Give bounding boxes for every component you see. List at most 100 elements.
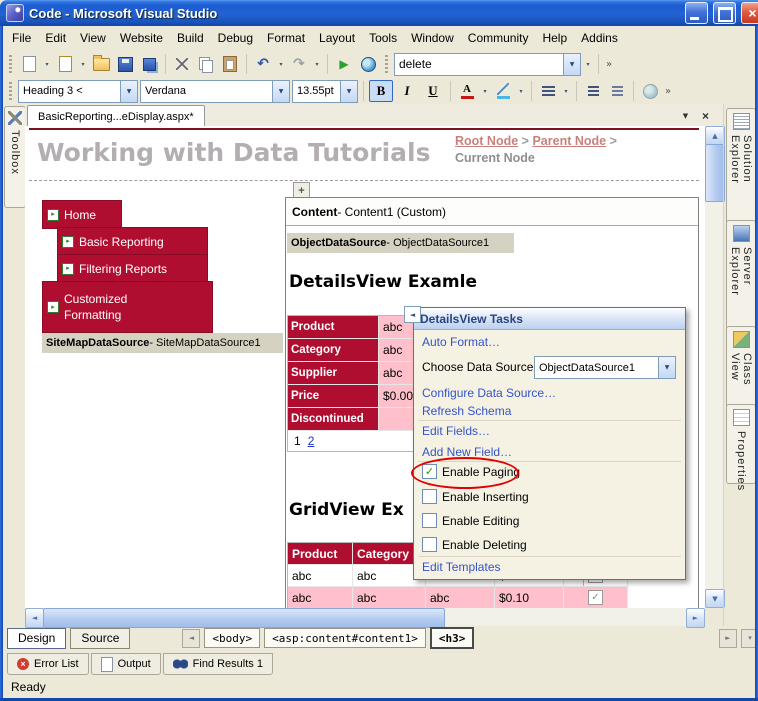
tab-class-view[interactable]: Class View xyxy=(726,326,756,410)
toolbox-tab[interactable]: Toolbox xyxy=(4,106,26,208)
vertical-scrollbar-thumb[interactable] xyxy=(705,144,725,202)
add-item-dropdown-icon[interactable]: ▾ xyxy=(78,61,88,68)
toolbar-overflow-icon[interactable]: » xyxy=(604,59,614,70)
paste-button[interactable] xyxy=(219,53,241,75)
configure-data-source-link[interactable]: Configure Data Source… xyxy=(422,386,556,400)
tag-h3[interactable]: <h3> xyxy=(429,627,475,649)
undo-dropdown-icon[interactable]: ▾ xyxy=(276,61,286,68)
scroll-up-icon[interactable]: ▲ xyxy=(705,126,725,145)
menu-tools[interactable]: Tools xyxy=(362,27,404,49)
toolbar-grip[interactable] xyxy=(385,55,388,73)
tab-find-results[interactable]: Find Results 1 xyxy=(162,653,273,675)
edit-templates-link[interactable]: Edit Templates xyxy=(422,560,501,574)
menu-help[interactable]: Help xyxy=(535,27,574,49)
nav-item-home[interactable]: ▸ Home xyxy=(42,200,122,229)
nav-item-filtering-reports[interactable]: ▸ Filtering Reports xyxy=(57,254,208,283)
align-button[interactable] xyxy=(537,80,559,102)
discontinued-checkbox[interactable]: ✓ xyxy=(588,590,603,605)
toolbar-grip[interactable] xyxy=(9,82,12,100)
font-name-dropdown-icon[interactable]: ▼ xyxy=(272,80,289,102)
menu-build[interactable]: Build xyxy=(170,27,211,49)
minimize-button[interactable] xyxy=(685,2,708,24)
add-new-field-link[interactable]: Add New Field… xyxy=(422,445,512,459)
save-button[interactable] xyxy=(114,53,136,75)
document-tab[interactable]: BasicReporting...eDisplay.aspx* xyxy=(27,105,205,127)
pager-page-link[interactable]: 2 xyxy=(308,434,315,448)
enable-editing-checkbox[interactable]: Enable Editing xyxy=(422,513,519,528)
highlight-button[interactable] xyxy=(492,80,514,102)
tag-body[interactable]: <body> xyxy=(204,628,261,648)
font-size-combo[interactable]: 13.55pt ▼ xyxy=(292,79,358,103)
smart-tag-collapse-icon[interactable]: ◄ xyxy=(404,306,421,323)
scroll-down-icon[interactable]: ▼ xyxy=(705,589,725,608)
browse-with-button[interactable] xyxy=(357,53,379,75)
numbered-list-button[interactable] xyxy=(582,80,604,102)
vertical-scrollbar[interactable]: ▲ ▼ xyxy=(705,126,725,608)
block-format-dropdown-icon[interactable]: ▼ xyxy=(120,80,137,102)
tab-error-list[interactable]: × Error List xyxy=(7,653,89,675)
data-source-combo[interactable]: ObjectDataSource1 ▼ xyxy=(534,356,676,379)
find-options-dropdown-icon[interactable]: ▾ xyxy=(583,61,593,68)
menu-debug[interactable]: Debug xyxy=(211,27,260,49)
undo-button[interactable]: ↶ xyxy=(252,53,274,75)
cut-button[interactable] xyxy=(171,53,193,75)
new-file-button[interactable] xyxy=(18,53,40,75)
block-format-combo[interactable]: Heading 3 < ▼ xyxy=(18,79,138,103)
italic-button[interactable]: I xyxy=(395,80,419,102)
save-all-button[interactable] xyxy=(138,53,160,75)
highlight-dropdown-icon[interactable]: ▾ xyxy=(516,88,526,95)
menu-edit[interactable]: Edit xyxy=(38,27,73,49)
hyperlink-button[interactable] xyxy=(639,80,661,102)
enable-inserting-checkbox[interactable]: Enable Inserting xyxy=(422,489,529,504)
toolbar-overflow-icon[interactable]: » xyxy=(663,86,673,97)
toolbar-grip[interactable] xyxy=(9,55,12,73)
underline-button[interactable]: U xyxy=(421,80,445,102)
scroll-left-icon[interactable]: ◄ xyxy=(25,608,44,628)
objectdatasource-control[interactable]: ObjectDataSource - ObjectDataSource1 xyxy=(287,233,514,253)
horizontal-scrollbar[interactable]: ◄ ► xyxy=(25,608,705,628)
detailsview-control[interactable]: Product abc Category abc Supplier abc Pr… xyxy=(287,315,423,452)
enable-deleting-checkbox[interactable]: Enable Deleting xyxy=(422,537,527,552)
new-file-dropdown-icon[interactable]: ▾ xyxy=(42,61,52,68)
menu-website[interactable]: Website xyxy=(113,27,170,49)
tag-asp-content[interactable]: <asp:content#content1> xyxy=(264,628,426,648)
auto-format-link[interactable]: Auto Format… xyxy=(422,335,500,349)
source-view-button[interactable]: Source xyxy=(70,627,131,649)
find-combo[interactable]: ▼ xyxy=(394,52,581,76)
tab-output[interactable]: Output xyxy=(90,653,161,675)
nav-item-basic-reporting[interactable]: ▸ Basic Reporting xyxy=(57,227,208,256)
font-color-button[interactable]: A xyxy=(456,80,478,102)
open-file-button[interactable] xyxy=(90,53,112,75)
tab-server-explorer[interactable]: Server Explorer xyxy=(726,220,756,330)
tab-solution-explorer[interactable]: Solution Explorer xyxy=(726,108,756,226)
content-placeholder-header[interactable]: Content - Content1 (Custom) xyxy=(286,198,698,226)
close-document-icon[interactable]: × xyxy=(698,108,713,123)
enable-paging-checkbox[interactable]: ✓ Enable Paging xyxy=(422,464,520,479)
scroll-right-icon[interactable]: ► xyxy=(686,608,705,628)
redo-dropdown-icon[interactable]: ▾ xyxy=(312,61,322,68)
tab-list-dropdown-icon[interactable]: ▼ xyxy=(678,108,693,123)
font-color-dropdown-icon[interactable]: ▾ xyxy=(480,88,490,95)
data-source-dropdown-icon[interactable]: ▼ xyxy=(658,357,675,378)
start-debug-button[interactable]: ▶ xyxy=(333,53,355,75)
font-name-combo[interactable]: Verdana ▼ xyxy=(140,79,290,103)
bullet-list-button[interactable] xyxy=(606,80,628,102)
copy-button[interactable] xyxy=(195,53,217,75)
design-surface[interactable]: Working with Data Tutorials Root Node > … xyxy=(25,126,705,608)
edit-fields-link[interactable]: Edit Fields… xyxy=(422,424,490,438)
nav-item-customized-formatting[interactable]: ▸ Customized Formatting xyxy=(42,281,213,333)
bold-button[interactable]: B xyxy=(369,80,393,102)
tab-properties[interactable]: Properties xyxy=(726,404,756,491)
add-item-button[interactable] xyxy=(54,53,76,75)
align-dropdown-icon[interactable]: ▾ xyxy=(561,88,571,95)
sitemapdatasource-control[interactable]: SiteMapDataSource - SiteMapDataSource1 xyxy=(42,333,283,353)
menu-window[interactable]: Window xyxy=(404,27,461,49)
redo-button[interactable]: ↷ xyxy=(288,53,310,75)
find-combo-input[interactable] xyxy=(395,53,563,75)
tag-scroll-left-icon[interactable]: ◄ xyxy=(182,628,201,648)
menu-community[interactable]: Community xyxy=(461,27,536,49)
tag-scroll-right-icon[interactable]: ► xyxy=(719,628,737,648)
find-combo-dropdown-icon[interactable]: ▼ xyxy=(563,53,580,75)
breadcrumb-parent-link[interactable]: Parent Node xyxy=(532,134,606,148)
menu-format[interactable]: Format xyxy=(260,27,312,49)
